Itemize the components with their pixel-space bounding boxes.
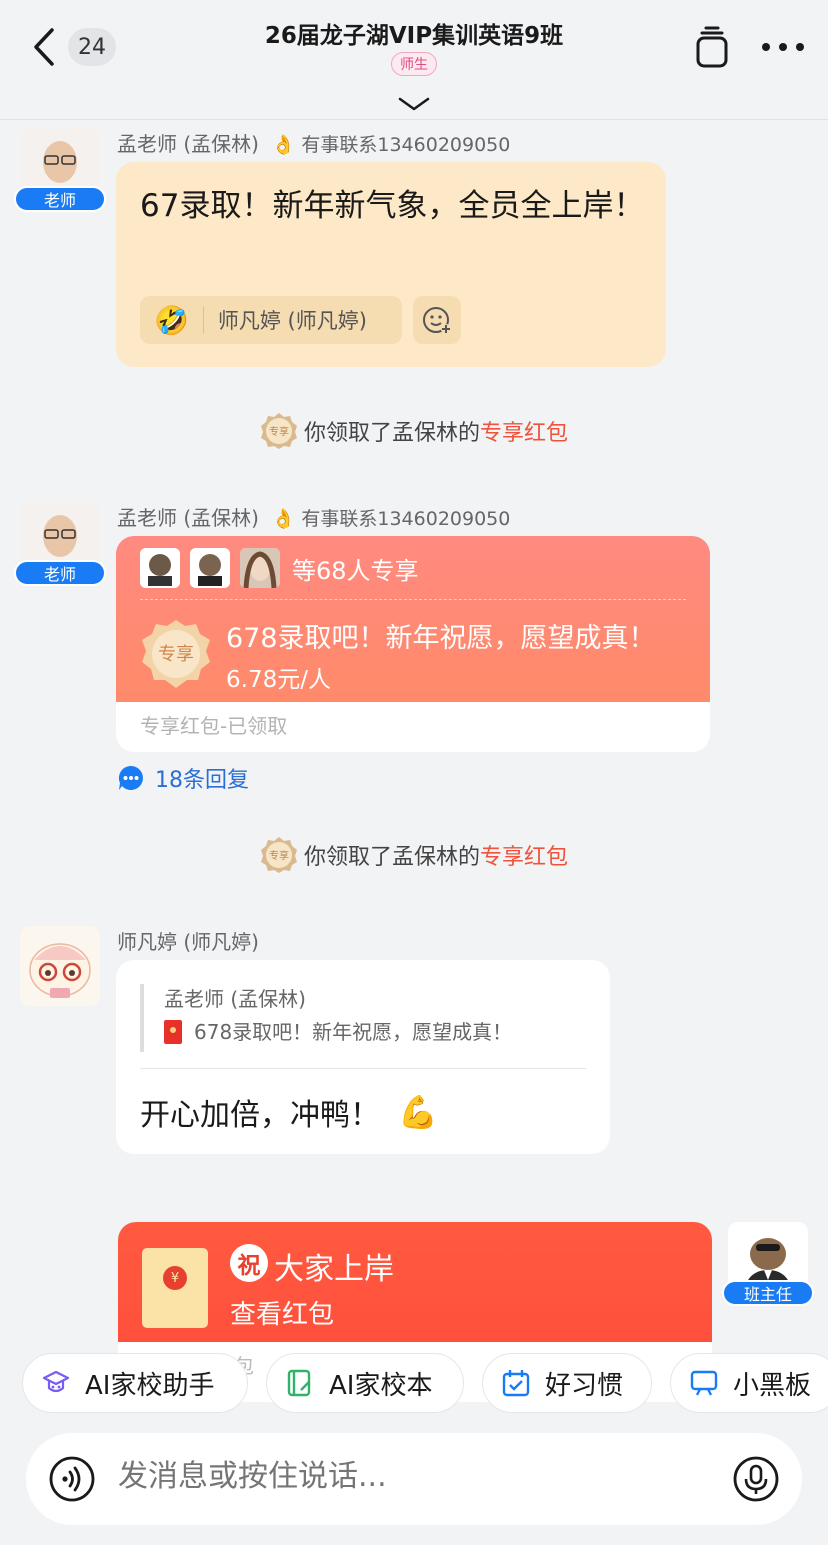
sender-name: 孟老师 (孟保林) 👌 有事联系13460209050 <box>117 132 511 156</box>
sender-name: 孟老师 (孟保林) 👌 有事联系13460209050 <box>117 506 511 530</box>
teacher-role-badge: 老师 <box>14 560 106 586</box>
head-teacher-role-badge: 班主任 <box>722 1280 814 1306</box>
recipient-avatar <box>240 548 280 588</box>
notebook-icon <box>287 1369 311 1397</box>
red-packet-link[interactable]: 专享红包 <box>480 415 568 447</box>
svg-text:专享: 专享 <box>269 849 289 862</box>
add-emoji-icon <box>423 307 451 334</box>
calendar-check-icon <box>502 1370 530 1397</box>
red-packet-title: 678录取吧！新年祝愿，愿望成真！ <box>226 623 656 654</box>
red-packet-link[interactable]: 专享红包 <box>480 839 568 871</box>
recipient-avatar <box>140 548 180 588</box>
red-packet-card[interactable]: 等68人专享 专享 678录取吧！新年祝愿，愿望成真！ 6.78元/人 专享红包… <box>116 536 710 752</box>
quoted-message[interactable]: 孟老师 (孟保林) 678录取吧！新年祝愿，愿望成真！ <box>140 984 586 1052</box>
chevron-down-icon[interactable] <box>398 96 430 112</box>
voice-toggle-icon[interactable] <box>48 1455 96 1503</box>
quote-author: 孟老师 (孟保林) <box>164 987 306 1011</box>
red-packet-amount: 6.78元/人 <box>226 667 331 693</box>
quote-text: 678录取吧！新年祝愿，愿望成真！ <box>194 1020 513 1044</box>
red-packet-title: 大家上岸 <box>274 1252 394 1287</box>
chat-header: 24 26届龙子湖VIP集训英语9班 师生 <box>0 0 828 120</box>
microphone-icon[interactable] <box>732 1455 780 1503</box>
sender-note: 👌 有事联系13460209050 <box>271 134 511 156</box>
muscle-emoji-icon: 💪 <box>398 1093 438 1131</box>
yen-icon: ¥ <box>163 1266 187 1290</box>
laugh-emoji-icon: 🤣 <box>154 303 189 337</box>
message-bubble[interactable]: 孟老师 (孟保林) 678录取吧！新年祝愿，愿望成真！ 开心加倍，冲鸭！ 💪 <box>116 960 610 1154</box>
sender-name: 师凡婷 (师凡婷) <box>117 930 259 954</box>
group-apps-icon[interactable] <box>694 26 730 70</box>
quick-blackboard[interactable]: 小黑板 <box>670 1353 828 1413</box>
system-notice: 专享 你领取了孟保林的 专享红包 <box>0 836 828 874</box>
reaction-user: 师凡婷 (师凡婷) <box>217 309 367 333</box>
red-packet-coin-icon: 专享 <box>260 837 297 873</box>
svg-text:专享: 专享 <box>269 425 289 438</box>
shared-count: 等68人专享 <box>292 556 419 585</box>
more-icon[interactable] <box>760 38 806 56</box>
reaction-chip[interactable]: 🤣 师凡婷 (师凡婷) <box>140 296 402 344</box>
message-text: 开心加倍，冲鸭！ <box>140 1098 380 1133</box>
system-notice: 专享 你领取了孟保林的 专享红包 <box>0 412 828 450</box>
quick-ai-notebook[interactable]: AI家校本 <box>266 1353 464 1413</box>
teacher-role-badge: 老师 <box>14 186 106 212</box>
quick-good-habit[interactable]: 好习惯 <box>482 1353 652 1413</box>
ai-assistant-icon <box>42 1370 70 1393</box>
red-envelope-icon <box>164 1020 182 1044</box>
red-packet-status: 专享红包-已领取 <box>140 714 288 738</box>
avatar[interactable] <box>20 926 100 1006</box>
red-packet-coin-icon: 专享 <box>260 413 297 449</box>
message-bubble[interactable]: 67录取！新年新气象，全员全上岸！ 🤣 师凡婷 (师凡婷) <box>116 162 666 367</box>
exclusive-seal-icon: 专享 <box>142 620 210 688</box>
message-input[interactable] <box>118 1459 678 1494</box>
message-input-bar <box>26 1433 802 1525</box>
chat-bubble-icon <box>118 765 143 790</box>
blackboard-icon <box>690 1370 718 1396</box>
open-red-packet-label: 查看红包 <box>230 1300 335 1330</box>
cartoon-avatar-icon <box>20 926 100 1006</box>
role-tag: 师生 <box>391 52 437 76</box>
sender-note: 👌 有事联系13460209050 <box>271 508 511 530</box>
add-reaction-button[interactable] <box>413 296 461 344</box>
reply-count-link[interactable]: 18条回复 <box>117 762 249 794</box>
blessing-badge: 祝 <box>230 1244 268 1282</box>
red-envelope-icon: ¥ <box>142 1248 208 1328</box>
recipient-avatars: 等68人专享 <box>140 548 419 588</box>
quick-ai-assistant[interactable]: AI家校助手 <box>22 1353 248 1413</box>
svg-text:专享: 专享 <box>158 644 194 665</box>
recipient-avatar <box>190 548 230 588</box>
message-text: 67录取！新年新气象，全员全上岸！ <box>140 188 645 224</box>
